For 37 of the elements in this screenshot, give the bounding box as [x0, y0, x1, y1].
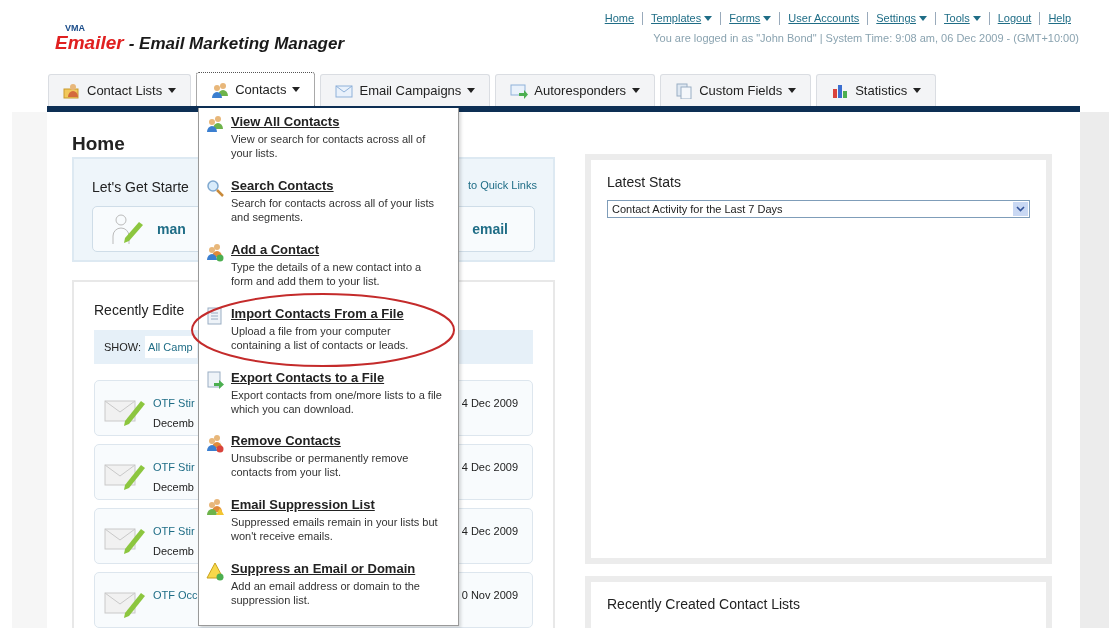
- menu-item-description: Type the details of a new contact into a form and add them to your list.: [231, 259, 423, 288]
- campaign-date: Decemb: [153, 416, 195, 431]
- campaign-updated: 4 Dec 2009: [461, 524, 518, 539]
- menu-item-description: Suppressed emails remain in your lists but won't receive emails.: [231, 515, 439, 544]
- menu-item-description: Search for contacts across all of your lists and segments.: [231, 195, 435, 224]
- menu-item-description: Unsubscribe or permanently remove contacts from your list.: [231, 451, 410, 480]
- campaign-name: OTF Stir: [153, 524, 196, 539]
- action-label: man: [157, 219, 186, 239]
- campaign-date: Decemb: [153, 480, 195, 495]
- menu-item-title: Import Contacts From a File: [231, 305, 405, 322]
- action-label: email: [472, 219, 508, 239]
- filter-label: SHOW:: [104, 339, 142, 355]
- menu-item-title: Suppress an Email or Domain: [231, 561, 417, 578]
- campaign-name: OTF Stir: [153, 396, 196, 411]
- campaign-date: Decemb: [153, 544, 195, 559]
- menu-item-title: Search Contacts: [231, 177, 335, 194]
- menu-item-description: Upload a file from your computer containing a list of contacts or leads.: [231, 323, 410, 352]
- campaign-updated: 4 Dec 2009: [461, 460, 518, 475]
- page-title: Home: [72, 132, 125, 156]
- panel-title: Let's Get Starte: [92, 178, 189, 198]
- app-logo: VMA Emailer - Email Marketing Manager: [55, 22, 345, 55]
- menu-item-title: View All Contacts: [231, 114, 341, 130]
- login-info: You are logged in as "John Bond" | System Time: 9:08 am, 06 Dec 2009 - (GMT+10:00): [653, 31, 1079, 46]
- menu-item-description: View or search for contacts across all of your lists.: [231, 132, 427, 160]
- menu-item-title: Add a Contact: [231, 241, 321, 258]
- campaign-updated: 0 Nov 2009: [461, 588, 518, 603]
- campaign-name: OTF Stir: [153, 460, 196, 475]
- menu-item-title: Remove Contacts: [231, 433, 342, 450]
- menu-item-description: Export contacts from one/more lists to a file which you can download.: [231, 387, 443, 416]
- campaign-name: OTF Occ: [153, 588, 199, 603]
- menu-item-title: Export Contacts to a File: [231, 369, 386, 386]
- campaign-updated: 4 Dec 2009: [461, 396, 518, 411]
- menu-item-description: Add an email address or domain to the suppression list.: [231, 579, 421, 608]
- menu-item-title: Email Suppression List: [231, 497, 376, 514]
- panel-title: Recently Edite: [94, 302, 185, 318]
- panel-title: Latest Stats: [607, 173, 682, 192]
- panel-title: Recently Created Contact Lists: [607, 595, 801, 614]
